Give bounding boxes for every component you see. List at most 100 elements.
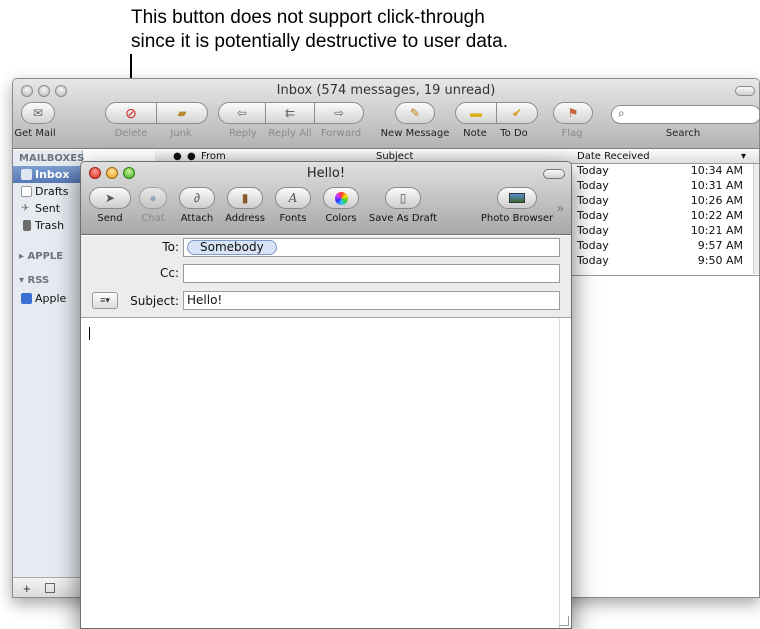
junk-label: Junk (170, 128, 192, 139)
drafts-icon (21, 186, 32, 197)
junk-bag-icon: ▰ (177, 106, 187, 120)
compose-pencil-icon: ✎ (409, 106, 421, 120)
table-row[interactable]: Today 10:34 AM (573, 164, 749, 179)
flag-icon: ⚑ (567, 106, 579, 120)
fonts-button[interactable]: A (275, 187, 311, 209)
recipient-token[interactable]: Somebody (187, 240, 277, 255)
reply-all-label: Reply All (268, 128, 312, 139)
annotation-line-1: This button does not support click-throu… (131, 7, 485, 28)
cc-label: Cc: (159, 266, 179, 280)
sidebar-item-label: Apple (35, 292, 67, 305)
trash-icon (23, 220, 31, 231)
chat-bubble-icon: ● (149, 191, 157, 205)
mailbox-sidebar: MAILBOXES Inbox Drafts ✈ Sent Trash ▸ AP… (13, 150, 84, 597)
to-do-button[interactable]: ✔ (496, 102, 538, 124)
delete-button[interactable]: ⊘ (105, 102, 157, 124)
fonts-icon: A (288, 191, 298, 205)
subject-field[interactable]: Hello! (183, 291, 560, 310)
row-date: Today (577, 194, 609, 207)
to-do-label: To Do (500, 128, 528, 139)
row-date: Today (577, 209, 609, 222)
forward-button[interactable]: ⇨ (314, 102, 364, 124)
sidebar-item-label: Drafts (35, 185, 69, 198)
row-time: 9:57 AM (697, 239, 743, 252)
reply-arrow-icon: ⇦ (236, 106, 248, 120)
chat-button[interactable]: ● (139, 187, 167, 209)
compose-title: Hello! (306, 166, 346, 181)
toolbar-toggle-button[interactable] (543, 169, 565, 179)
row-time: 10:22 AM (690, 209, 743, 222)
save-as-draft-button[interactable]: ▯ (385, 187, 421, 209)
search-icon: ⌕ (618, 106, 625, 120)
message-body-editor[interactable] (81, 319, 571, 628)
note-icon: ▬ (470, 106, 482, 120)
sidebar-item-apple-feed[interactable]: Apple (13, 290, 83, 307)
chat-label: Chat (141, 213, 165, 224)
reply-button[interactable]: ⇦ (218, 102, 266, 124)
send-paper-plane-icon: ➤ (104, 191, 116, 205)
row-date: Today (577, 224, 609, 237)
colors-button[interactable] (323, 187, 359, 209)
photo-browser-button[interactable] (497, 187, 537, 209)
table-row[interactable]: Today 10:31 AM (573, 179, 749, 194)
compose-window: Hello! ➤ Send ● Chat ∂ Attach ▮ Address … (80, 161, 572, 629)
body-scrollbar[interactable] (559, 319, 571, 628)
message-header-fields: To: Somebody Cc: ≡▾ Subject: Hello! (81, 236, 571, 318)
sort-indicator-icon: ▾ (741, 151, 747, 162)
draft-document-icon: ▯ (399, 191, 407, 205)
get-mail-button[interactable]: ✉ (21, 102, 55, 124)
reply-all-button[interactable]: ⇇ (265, 102, 315, 124)
mail-toolbar: Inbox (574 messages, 19 unread) ✉ Get Ma… (13, 79, 759, 149)
send-button[interactable]: ➤ (89, 187, 131, 209)
row-time: 10:26 AM (690, 194, 743, 207)
new-message-label: New Message (380, 128, 450, 139)
row-time: 10:31 AM (690, 179, 743, 192)
annotation-line-2: since it is potentially destructive to u… (131, 31, 509, 52)
sidebar-action-bar: + (13, 577, 83, 597)
address-button[interactable]: ▮ (227, 187, 263, 209)
to-field[interactable]: Somebody (183, 238, 560, 257)
search-input[interactable]: ⌕ (611, 105, 759, 124)
text-cursor (89, 327, 90, 340)
cc-field[interactable] (183, 264, 560, 283)
to-label: To: (162, 240, 179, 254)
rss-header-label: RSS (27, 275, 50, 286)
table-row[interactable]: Today 10:22 AM (573, 209, 749, 224)
sidebar-item-inbox[interactable]: Inbox (13, 166, 83, 183)
row-date: Today (577, 239, 609, 252)
attach-button[interactable]: ∂ (179, 187, 215, 209)
table-row[interactable]: Today 9:57 AM (573, 239, 749, 254)
resize-grip-icon[interactable] (559, 616, 569, 626)
new-message-button[interactable]: ✎ (395, 102, 435, 124)
apple-section-header[interactable]: ▸ APPLE (19, 251, 63, 262)
subject-label: Subject: (130, 294, 179, 308)
sidebar-item-trash[interactable]: Trash (13, 217, 83, 234)
search-label: Search (665, 128, 701, 139)
colors-label: Colors (325, 213, 357, 224)
inbox-icon (21, 169, 32, 180)
message-list-scrollbar[interactable] (753, 164, 759, 274)
table-row[interactable]: Today 10:21 AM (573, 224, 749, 239)
note-button[interactable]: ▬ (455, 102, 497, 124)
sidebar-item-drafts[interactable]: Drafts (13, 183, 83, 200)
rss-section-header[interactable]: ▾ RSS (19, 275, 49, 286)
sidebar-item-sent[interactable]: ✈ Sent (13, 200, 83, 217)
compose-toolbar: Hello! ➤ Send ● Chat ∂ Attach ▮ Address … (81, 162, 571, 235)
table-row[interactable]: Today 10:26 AM (573, 194, 749, 209)
sent-icon: ✈ (21, 203, 30, 214)
flag-button[interactable]: ⚑ (553, 102, 593, 124)
toolbar-toggle-button[interactable] (735, 86, 755, 96)
toolbar-overflow-chevron-icon[interactable]: » (557, 201, 564, 215)
row-date: Today (577, 254, 609, 267)
add-mailbox-button[interactable]: + (23, 581, 31, 596)
note-label: Note (463, 128, 487, 139)
flag-label: Flag (561, 128, 583, 139)
window-title: Inbox (574 messages, 19 unread) (276, 83, 496, 98)
table-row[interactable]: Today 9:50 AM (573, 254, 749, 269)
junk-button[interactable]: ▰ (156, 102, 208, 124)
send-label: Send (97, 213, 123, 224)
date-column-header[interactable]: Date Received (577, 150, 650, 163)
row-time: 9:50 AM (697, 254, 743, 267)
show-activity-button[interactable] (45, 583, 55, 593)
disclosure-triangle-icon: ▸ (19, 251, 28, 262)
